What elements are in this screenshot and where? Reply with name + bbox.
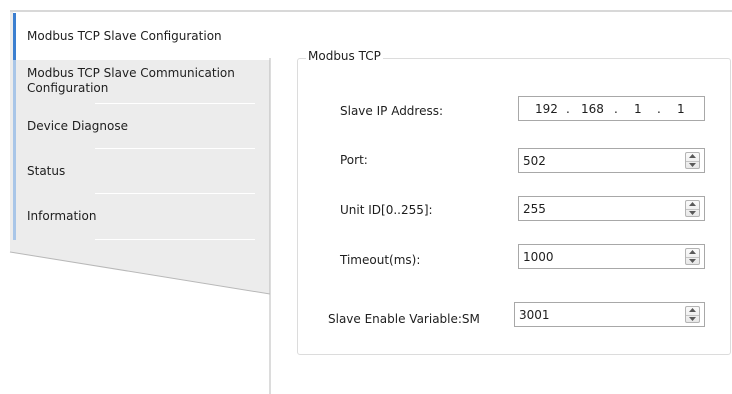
slave-enable-variable-value: 3001 bbox=[519, 308, 550, 322]
port-spinbox[interactable]: 502 bbox=[518, 148, 705, 173]
slave-enable-variable-label: Slave Enable Variable:SM bbox=[328, 312, 480, 326]
ip-octet-1[interactable]: 192 bbox=[535, 102, 558, 116]
spin-down-icon[interactable] bbox=[686, 209, 699, 216]
ip-dot-2: . bbox=[614, 102, 618, 116]
unit-id-spinbox[interactable]: 255 bbox=[518, 196, 705, 221]
nav-item-slave-configuration[interactable]: Modbus TCP Slave Configuration bbox=[13, 13, 270, 60]
slave-ip-address-input[interactable]: 192 . 168 . 1 . 1 bbox=[518, 96, 705, 121]
nav-item-information[interactable]: Information bbox=[13, 194, 270, 240]
nav-item-label: Information bbox=[27, 209, 97, 223]
slave-enable-variable-spinbox[interactable]: 3001 bbox=[514, 302, 705, 327]
spin-up-icon[interactable] bbox=[686, 153, 699, 160]
port-value: 502 bbox=[523, 154, 546, 168]
ip-octet-3[interactable]: 1 bbox=[634, 102, 642, 116]
spin-buttons bbox=[685, 248, 700, 265]
spin-buttons bbox=[685, 306, 700, 323]
ip-octet-4[interactable]: 1 bbox=[677, 102, 685, 116]
nav-item-label: Modbus TCP Slave Communication Configura… bbox=[27, 66, 235, 95]
nav-item-label: Status bbox=[27, 164, 66, 178]
nav-item-communication-configuration[interactable]: Modbus TCP Slave Communication Configura… bbox=[13, 60, 270, 104]
ip-dot-3: . bbox=[657, 102, 661, 116]
nav-accent-bar bbox=[13, 104, 16, 149]
groupbox-title: Modbus TCP bbox=[306, 49, 383, 64]
nav-accent-bar bbox=[13, 13, 16, 60]
nav-accent-bar bbox=[13, 60, 16, 104]
spin-buttons bbox=[685, 200, 700, 217]
nav-accent-bar bbox=[13, 194, 16, 240]
port-label: Port: bbox=[340, 153, 368, 167]
unit-id-value: 255 bbox=[523, 202, 546, 216]
spin-up-icon[interactable] bbox=[686, 307, 699, 314]
ip-octet-2[interactable]: 168 bbox=[581, 102, 604, 116]
unit-id-label: Unit ID[0..255]: bbox=[340, 203, 433, 217]
nav-item-label: Device Diagnose bbox=[27, 119, 128, 133]
timeout-spinbox[interactable]: 1000 bbox=[518, 244, 705, 269]
nav-item-label: Modbus TCP Slave Configuration bbox=[27, 29, 222, 43]
slave-ip-label: Slave IP Address: bbox=[340, 104, 444, 118]
spin-up-icon[interactable] bbox=[686, 249, 699, 256]
spin-buttons bbox=[685, 152, 700, 169]
timeout-value: 1000 bbox=[523, 250, 554, 264]
nav-item-device-diagnose[interactable]: Device Diagnose bbox=[13, 104, 270, 149]
spin-up-icon[interactable] bbox=[686, 201, 699, 208]
spin-down-icon[interactable] bbox=[686, 161, 699, 168]
timeout-label: Timeout(ms): bbox=[340, 253, 421, 267]
nav-accent-bar bbox=[13, 149, 16, 194]
ip-dot-1: . bbox=[566, 102, 570, 116]
nav-separator bbox=[95, 239, 255, 240]
nav-item-status[interactable]: Status bbox=[13, 149, 270, 194]
spin-down-icon[interactable] bbox=[686, 315, 699, 322]
spin-down-icon[interactable] bbox=[686, 257, 699, 264]
